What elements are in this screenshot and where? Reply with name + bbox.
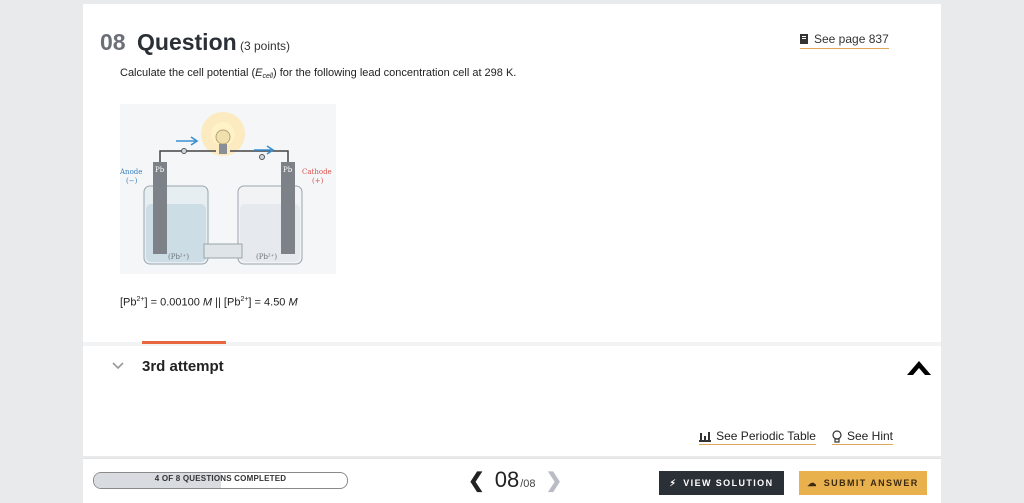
anode-label: Anode <box>120 168 142 176</box>
progress-text: 4 OF 8 QUESTIONS COMPLETED <box>154 474 287 483</box>
next-question-button[interactable]: ❯ <box>546 468 563 493</box>
question-navigation: ❮ 08 /08 ❯ <box>468 467 562 493</box>
prompt-text-end: ) for the following lead concentration c… <box>273 67 517 79</box>
anode-sign: (−) <box>126 177 138 185</box>
hint-link[interactable]: See Hint <box>831 429 893 445</box>
electrode-right-label: Pb <box>283 166 293 174</box>
view-solution-label: VIEW SOLUTION <box>683 478 774 488</box>
prompt-text-start: Calculate the cell potential ( <box>120 67 256 79</box>
submit-answer-button[interactable]: ☁︎ SUBMIT ANSWER <box>799 471 927 495</box>
conc-text-1: [Pb <box>120 296 137 309</box>
footer-bar: 4 OF 8 QUESTIONS COMPLETED ❮ 08 /08 ❯ ⚡︎… <box>83 458 941 503</box>
see-page-link[interactable]: See page 837 <box>800 32 889 49</box>
cathode-label: Cathode <box>302 168 332 176</box>
conc-text-3: || [Pb <box>212 296 241 309</box>
cloud-upload-icon: ☁︎ <box>807 477 818 488</box>
question-prompt: Calculate the cell potential (Ecell) for… <box>120 67 516 80</box>
see-page-label: See page 837 <box>814 32 889 46</box>
current-question: 08 <box>494 467 520 492</box>
active-tab-indicator <box>142 341 226 344</box>
concentration-cell-figure: Pb Pb Anode (−) Cathode (+) (Pb²⁺) (Pb²⁺… <box>120 104 336 274</box>
lightbulb-icon <box>832 429 842 443</box>
view-solution-button[interactable]: ⚡︎ VIEW SOLUTION <box>659 471 784 495</box>
conc-sup-1: 2+ <box>136 296 145 303</box>
book-icon <box>800 34 808 44</box>
periodic-table-link[interactable]: See Periodic Table <box>699 429 816 445</box>
conc-text-2: ] = 0.00100 <box>144 296 203 309</box>
attempt-panel: 3rd attempt See Periodic Table See Hint <box>83 346 941 456</box>
question-title: Question <box>137 29 237 55</box>
bolt-icon: ⚡︎ <box>669 477 678 488</box>
hint-label: See Hint <box>846 429 893 443</box>
electrode-left-label: Pb <box>155 166 165 174</box>
periodic-table-label: See Periodic Table <box>716 429 816 443</box>
ion-right-label: (Pb²⁺) <box>256 253 277 261</box>
attempt-title: 3rd attempt <box>142 358 224 375</box>
total-questions: /08 <box>520 478 536 490</box>
question-points: (3 points) <box>240 39 291 53</box>
submit-answer-label: SUBMIT ANSWER <box>823 478 919 488</box>
bar-chart-icon <box>699 431 712 442</box>
ion-left-label: (Pb²⁺) <box>168 253 189 261</box>
help-links: See Periodic Table See Hint <box>699 429 893 445</box>
conc-text-4: ] = 4.50 <box>248 296 289 309</box>
progress-bar: 4 OF 8 QUESTIONS COMPLETED <box>93 472 348 489</box>
question-number: 08 <box>100 29 126 55</box>
mouse-cursor-icon <box>907 361 931 375</box>
chevron-down-icon[interactable] <box>111 358 125 372</box>
conc-unit-1: M <box>202 296 213 309</box>
cathode-sign: (+) <box>312 177 324 185</box>
prompt-subscript: cell <box>262 73 273 80</box>
conc-unit-2: M <box>288 296 298 309</box>
concentrations: [Pb2+] = 0.00100 M || [Pb2+] = 4.50 M <box>120 296 298 309</box>
question-card: 08 Question (3 points) See page 837 Calc… <box>83 4 941 342</box>
previous-question-button[interactable]: ❮ <box>468 468 485 493</box>
